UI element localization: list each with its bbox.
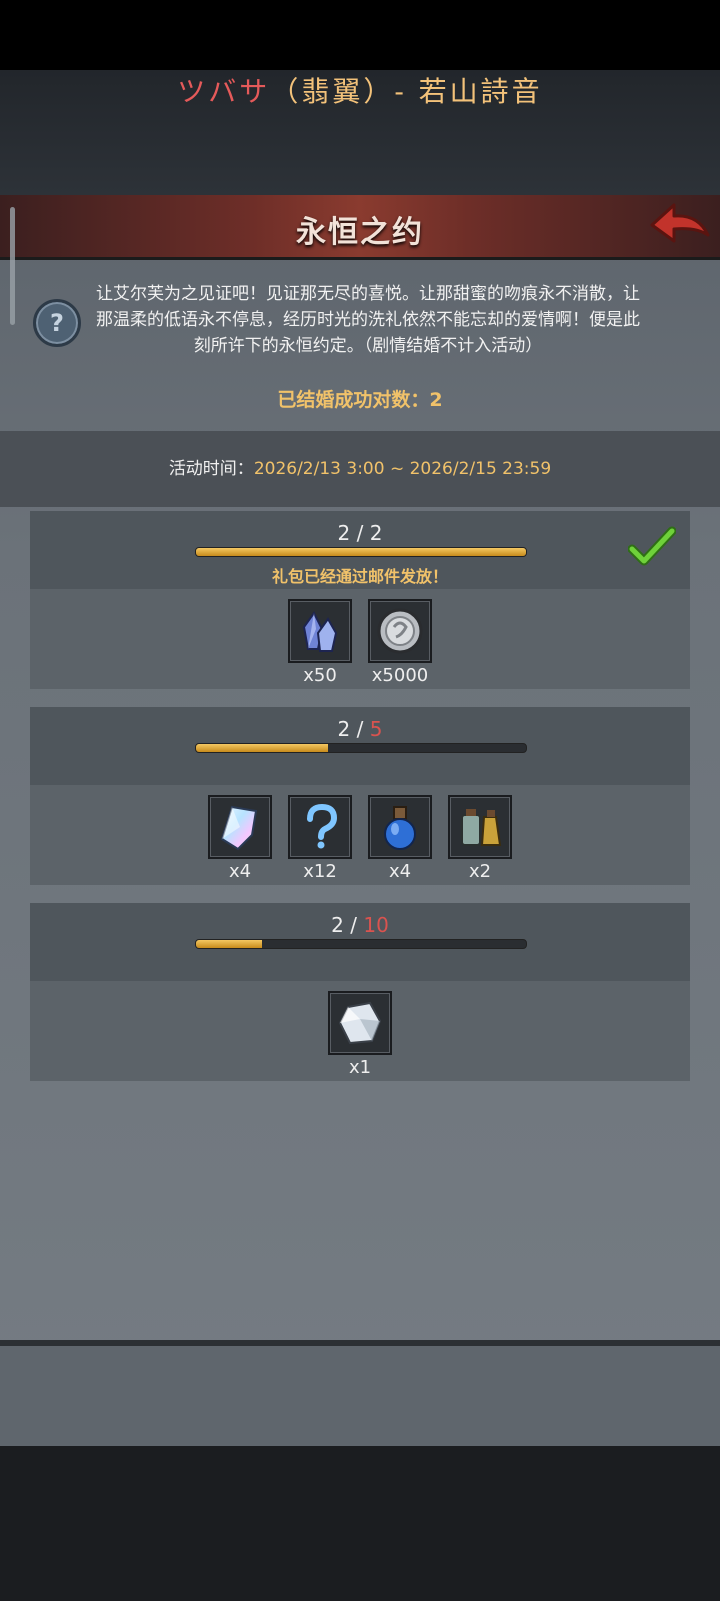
panel-footer: [0, 1346, 720, 1446]
tier-goal: 5: [369, 717, 383, 741]
reward-quantity: x50: [303, 665, 337, 686]
tier-progress-bar: [195, 939, 527, 949]
event-time-value: 2026/2/13 3:00 ~ 2026/2/15 23:59: [253, 459, 552, 479]
reward-tier-2: 2 / 5 x4 x12 x4 x2: [30, 707, 690, 885]
tier-progress-fill: [196, 548, 526, 556]
tier-rewards: x50 x5000: [30, 599, 690, 686]
reward-quantity: x5000: [371, 665, 429, 686]
tier-separator: /: [350, 521, 370, 545]
back-button[interactable]: [648, 199, 712, 253]
event-time-bar: 活动时间：2026/2/13 3:00 ~ 2026/2/15 23:59: [0, 431, 720, 507]
tier-separator: /: [350, 717, 370, 741]
completed-check-icon: [628, 526, 676, 566]
now-playing-area: ツバサ（翡翼）- 若山詩音: [0, 70, 720, 195]
reward-quantity: x2: [468, 861, 492, 882]
reward-tier-1: 2 / 2 礼包已经通过邮件发放！ x50 x5000: [30, 511, 690, 689]
tier-progress-bar: [195, 547, 527, 557]
mystery-question-icon: [288, 795, 352, 859]
reward-quantity: x12: [303, 861, 337, 882]
reward-item[interactable]: x5000: [368, 599, 432, 686]
tier-progress-fill: [196, 940, 262, 948]
married-count-label: 已结婚成功对数：: [277, 389, 430, 411]
reward-tier-3: 2 / 10 x1: [30, 903, 690, 1081]
reward-item[interactable]: x2: [448, 795, 512, 882]
tier-progress-bar: [195, 743, 527, 753]
tier-progress-text: 2 / 5: [30, 717, 690, 741]
tier-progress-fill: [196, 744, 328, 752]
tier-current: 2: [337, 717, 351, 741]
reward-quantity: x4: [228, 861, 252, 882]
reward-item[interactable]: x4: [208, 795, 272, 882]
tier-goal: 10: [363, 913, 389, 937]
event-description: 让艾尔芙为之见证吧！见证那无尽的喜悦。让那甜蜜的吻痕永不消散，让那温柔的低语永不…: [96, 284, 640, 356]
tier-header: 2 / 5: [30, 707, 690, 785]
reward-item[interactable]: x1: [328, 991, 392, 1078]
song-title: ツバサ（翡翼）- 若山詩音: [0, 70, 720, 110]
panel-header: 永恒之约: [0, 195, 720, 325]
back-arrow-icon: [650, 203, 710, 243]
help-icon[interactable]: ?: [33, 299, 81, 347]
reward-quantity: x1: [348, 1057, 372, 1078]
married-count-value: 2: [429, 389, 443, 411]
status-bar-area: [0, 0, 720, 70]
reward-item[interactable]: x12: [288, 795, 352, 882]
song-title-sub: （翡翼）- 若山詩音: [270, 75, 543, 108]
tier-current: 2: [337, 521, 351, 545]
reward-item[interactable]: x50: [288, 599, 352, 686]
tier-progress-text: 2 / 2: [30, 521, 690, 545]
page-title: 永恒之约: [296, 215, 424, 250]
tier-rewards: x4 x12 x4 x2: [30, 795, 690, 882]
tier-separator: /: [343, 913, 364, 937]
tier-goal: 2: [369, 521, 383, 545]
navigation-bar-area: [0, 1446, 720, 1601]
blue-potion-icon: [368, 795, 432, 859]
tier-claimed-message: 礼包已经通过邮件发放！: [271, 567, 448, 586]
married-count: 已结婚成功对数：2: [0, 385, 720, 412]
potion-bottles-icon: [448, 795, 512, 859]
event-time-label: 活动时间：: [168, 459, 254, 479]
event-panel: 永恒之约 ? 让艾尔芙为之见证吧！见证那无尽的喜悦。让那甜蜜的吻痕永不消散，让那…: [0, 195, 720, 1375]
tier-header: 2 / 2 礼包已经通过邮件发放！: [30, 511, 690, 589]
blue-crystal-icon: [288, 599, 352, 663]
reward-quantity: x4: [388, 861, 412, 882]
reward-item[interactable]: x4: [368, 795, 432, 882]
rainbow-crystal-icon: [208, 795, 272, 859]
tier-header: 2 / 10: [30, 903, 690, 981]
white-ore-icon: [328, 991, 392, 1055]
silver-coin-icon: [368, 599, 432, 663]
tier-progress-text: 2 / 10: [30, 913, 690, 937]
tier-rewards: x1: [30, 991, 690, 1078]
tier-current: 2: [331, 913, 344, 937]
song-title-main: ツバサ: [177, 75, 271, 108]
